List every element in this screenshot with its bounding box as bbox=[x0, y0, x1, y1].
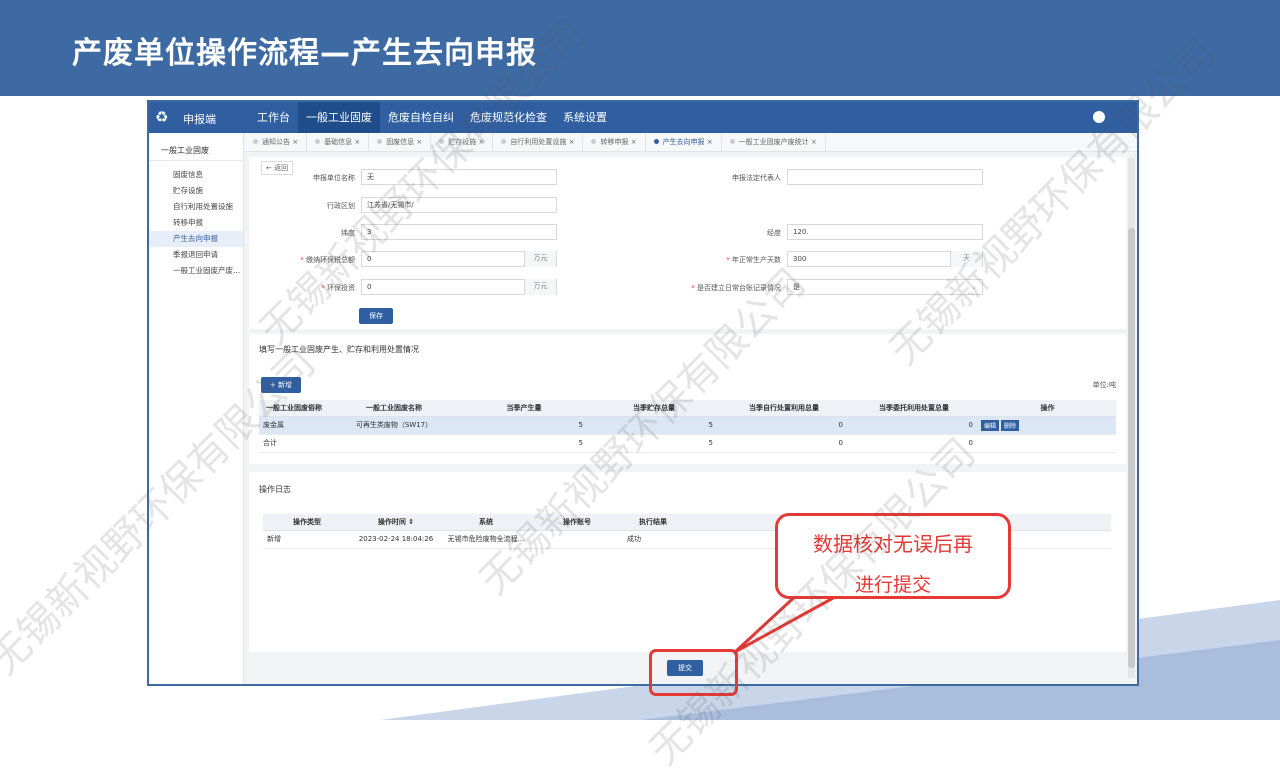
scrollbar[interactable] bbox=[1128, 158, 1135, 678]
scrollbar-thumb[interactable] bbox=[1128, 228, 1135, 668]
table-row[interactable]: 废金属 可再生类废物（SW17） 5 5 0 0 编辑 删除 bbox=[259, 416, 1116, 435]
waste-table-header: 一般工业固废俗称 一般工业固废名称 当季产生量 当季贮存总量 当季自行处置利用总… bbox=[259, 400, 1116, 417]
production-days-label: 年正常生产天数 bbox=[661, 255, 781, 265]
waste-section-title: 填写一般工业固废产生、贮存和利用处置情况 bbox=[259, 345, 419, 354]
sidebar-item-statistics[interactable]: 一般工业固废产废... bbox=[149, 263, 243, 279]
env-tax-label: 缴纳环保税总额 bbox=[235, 255, 355, 265]
unit-name-label: 申报单位名称 bbox=[313, 174, 355, 182]
sidebar-header: 一般工业固废 bbox=[149, 133, 243, 161]
menu-item-general-waste[interactable]: 一般工业固废 bbox=[298, 102, 380, 133]
menu-item-settings[interactable]: 系统设置 bbox=[555, 102, 615, 133]
delete-button[interactable]: 删除 bbox=[1001, 419, 1020, 431]
callout-line-2: 进行提交 bbox=[854, 574, 931, 596]
env-tax-unit: 万元 bbox=[524, 251, 556, 267]
slide-title: 产废单位操作流程—产生去向申报 bbox=[72, 36, 537, 71]
menu-item-workbench[interactable]: 工作台 bbox=[249, 102, 298, 133]
env-invest-unit: 万元 bbox=[524, 279, 556, 295]
menu-item-standard-check[interactable]: 危废规范化检查 bbox=[462, 102, 555, 133]
latitude-label: 纬度 bbox=[341, 229, 355, 237]
tab-notice[interactable]: 通知公告 × bbox=[245, 132, 308, 152]
save-button[interactable]: 保存 bbox=[359, 308, 393, 324]
callout-line-1: 数据核对无误后再 bbox=[813, 532, 973, 556]
sidebar-item-self-disposal[interactable]: 自行利用处置设施 bbox=[149, 199, 243, 215]
submit-highlight bbox=[649, 649, 738, 696]
waste-table: 一般工业固废俗称 一般工业固废名称 当季产生量 当季贮存总量 当季自行处置利用总… bbox=[259, 400, 1116, 453]
tab-self-disposal[interactable]: 自行利用处置设施 × bbox=[493, 132, 584, 152]
callout-box: 数据核对无误后再 进行提交 bbox=[775, 513, 1011, 599]
ledger-select[interactable]: 是 ⌄ bbox=[787, 279, 983, 295]
sidebar-item-waste-info[interactable]: 固废信息 bbox=[149, 167, 243, 183]
production-days-field[interactable]: 300 天 bbox=[787, 251, 983, 267]
tab-basic-info[interactable]: 基础信息 × bbox=[307, 132, 370, 152]
user-avatar-icon[interactable] bbox=[1093, 111, 1105, 123]
tab-waste-info[interactable]: 固废信息 × bbox=[369, 132, 432, 152]
unit-note: 单位:吨 bbox=[1092, 381, 1116, 389]
log-section-title: 操作日志 bbox=[259, 485, 291, 494]
unit-name-field[interactable]: 无 bbox=[361, 169, 557, 185]
legal-rep-label: 申报法定代表人 bbox=[732, 174, 781, 182]
env-invest-field[interactable]: 0 万元 bbox=[361, 279, 557, 295]
tab-bar: 通知公告 × 基础信息 × 固废信息 × 贮存设施 × 自行利用处置设施 × 转… bbox=[245, 132, 1137, 152]
recycle-icon: ♻ bbox=[155, 108, 169, 126]
main-menu: 工作台 一般工业固废 危废自检自纠 危废规范化检查 系统设置 bbox=[249, 102, 615, 133]
chevron-down-icon: ⌄ bbox=[971, 283, 977, 291]
sidebar-item-storage[interactable]: 贮存设施 bbox=[149, 183, 243, 199]
tab-transfer[interactable]: 转移申报 × bbox=[583, 132, 646, 152]
edit-button[interactable]: 编辑 bbox=[981, 419, 1000, 431]
app-name: 申报端 bbox=[183, 113, 216, 126]
production-days-unit: 天 bbox=[950, 251, 982, 267]
sidebar-item-production-report[interactable]: 产生去向申报 bbox=[149, 231, 243, 247]
tab-statistics[interactable]: 一般工业固废产废统计 × bbox=[722, 132, 826, 152]
add-button[interactable]: + 新增 bbox=[261, 377, 301, 393]
longitude-field[interactable]: 120. bbox=[787, 224, 983, 240]
tab-storage[interactable]: 贮存设施 × bbox=[431, 132, 494, 152]
ledger-label: 是否建立日常台账记录情况 bbox=[661, 283, 781, 293]
district-field[interactable]: 江苏省/无锡市/ bbox=[361, 197, 557, 213]
total-row: 合计 5 5 0 0 bbox=[259, 434, 1116, 453]
env-tax-field[interactable]: 0 万元 bbox=[361, 251, 557, 267]
waste-table-panel: 填写一般工业固废产生、贮存和利用处置情况 + 新增 单位:吨 一般工业固废俗称 … bbox=[249, 334, 1126, 464]
form-panel: ← 返回 申报单位名称 无 申报法定代表人 行政区划 江苏省/无锡市/ 纬度 3… bbox=[249, 157, 1126, 329]
env-invest-label: 环保投资 bbox=[235, 283, 355, 293]
sidebar-item-return-request[interactable]: 季报退回申请 bbox=[149, 247, 243, 263]
district-label: 行政区划 bbox=[327, 202, 355, 210]
legal-rep-field[interactable] bbox=[787, 169, 983, 185]
latitude-field[interactable]: 3 bbox=[361, 224, 557, 240]
top-navbar: ♻ 申报端 工作台 一般工业固废 危废自检自纠 危废规范化检查 系统设置 bbox=[149, 102, 1137, 133]
tab-production-report[interactable]: 产生去向申报 × bbox=[646, 132, 722, 152]
menu-item-self-check[interactable]: 危废自检自纠 bbox=[380, 102, 462, 133]
sidebar: 一般工业固废 固废信息 贮存设施 自行利用处置设施 转移申报 产生去向申报 季报… bbox=[149, 133, 244, 684]
longitude-label: 经度 bbox=[767, 229, 781, 237]
sidebar-item-transfer[interactable]: 转移申报 bbox=[149, 215, 243, 231]
